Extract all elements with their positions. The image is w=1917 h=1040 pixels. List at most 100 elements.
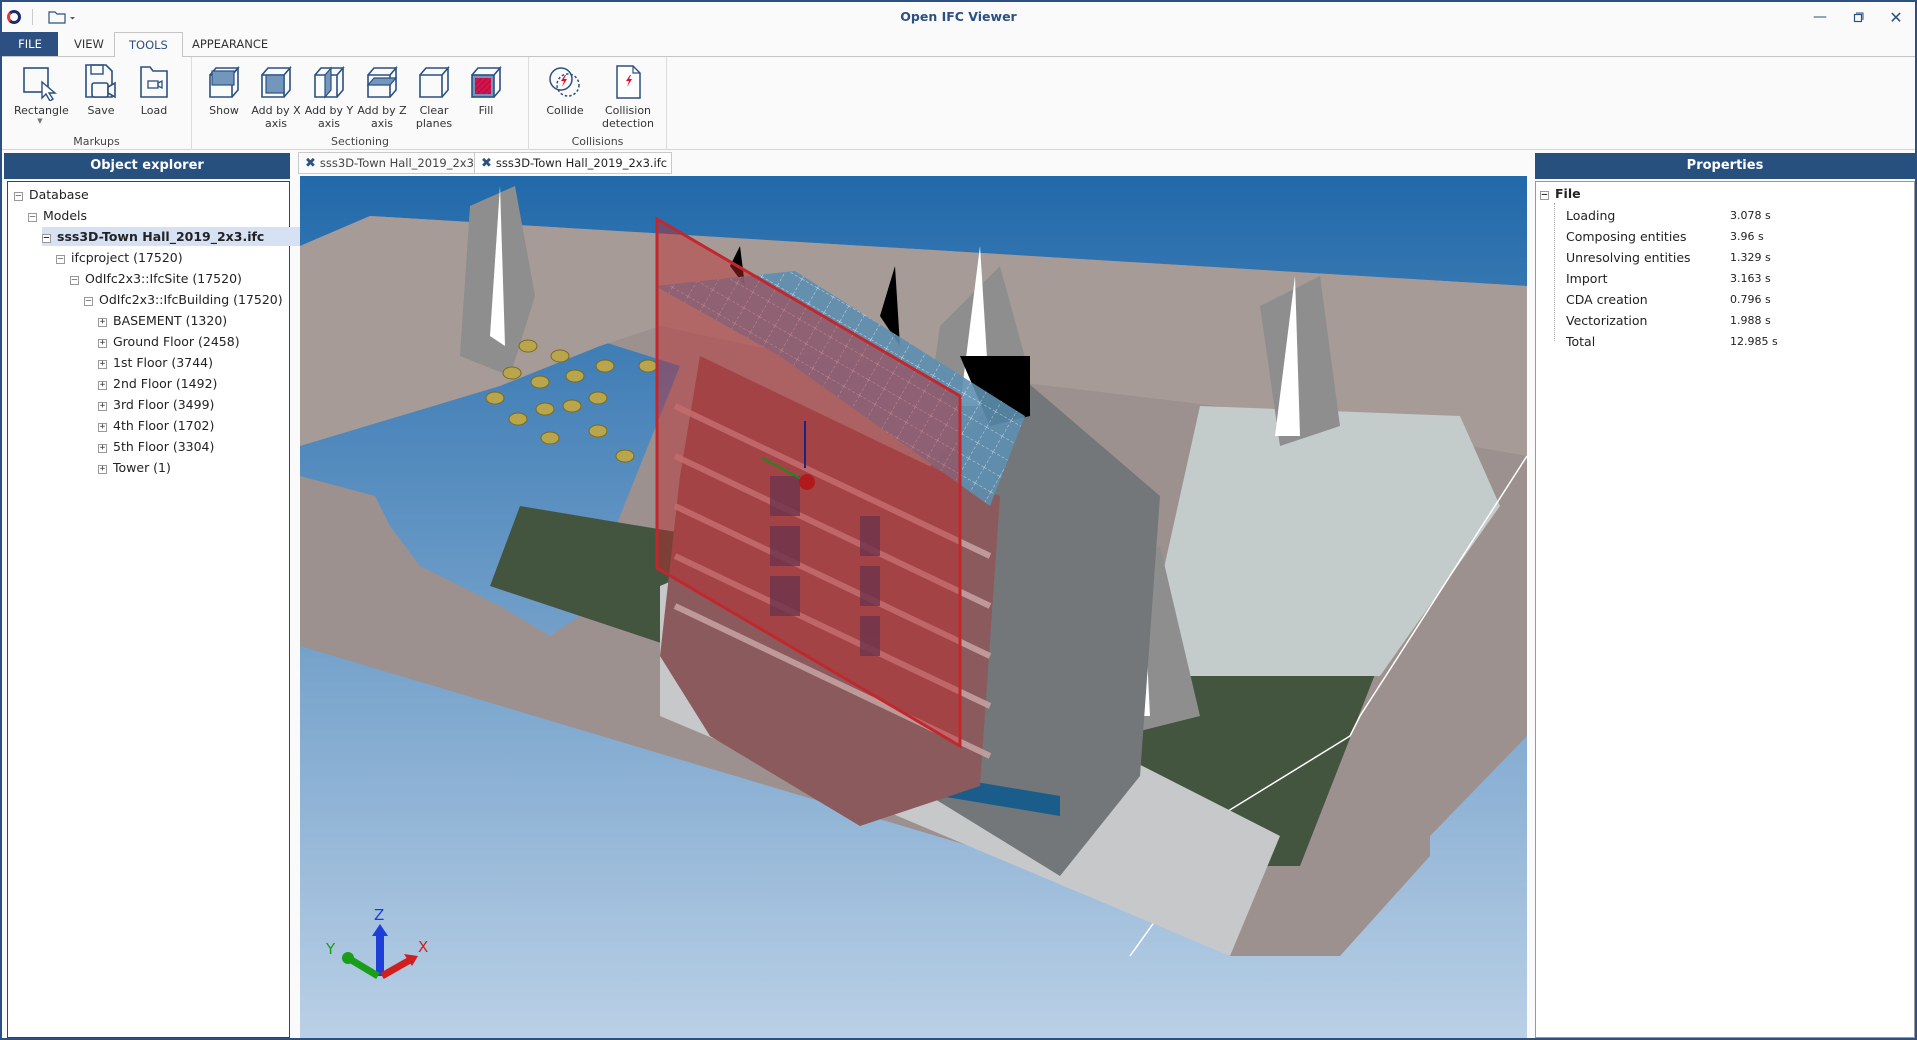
chevron-down-icon: ▼ (37, 117, 43, 125)
close-button[interactable]: ✕ (1877, 2, 1915, 32)
expand-icon[interactable]: + (98, 444, 107, 453)
property-label: Unresolving entities (1566, 250, 1691, 265)
property-label: Import (1566, 271, 1608, 286)
add-y-plane-button[interactable]: Add by Y axis (303, 61, 355, 130)
tree-node[interactable]: – Database (14, 185, 89, 204)
tree-node[interactable]: +2nd Floor (1492) (98, 374, 217, 393)
collapse-icon[interactable]: – (14, 192, 23, 201)
add-y-label: Add by Y axis (304, 104, 354, 130)
tree-node[interactable]: +4th Floor (1702) (98, 416, 214, 435)
ribbon: Rectangle ▼ Save Load Markups Show Add b… (2, 56, 1915, 150)
property-label: Vectorization (1566, 313, 1648, 328)
axis-y-label: Y (325, 940, 336, 958)
add-x-plane-button[interactable]: Add by X axis (250, 61, 302, 130)
property-row[interactable]: CDA creation 0.796 s (1566, 289, 1906, 310)
tab-view[interactable]: VIEW (60, 32, 118, 56)
fill-icon (471, 65, 502, 98)
property-value: 1.329 s (1730, 251, 1771, 264)
group-collisions: Collide Collision detection Collisions (529, 57, 667, 150)
property-row[interactable]: Total 12.985 s (1566, 331, 1906, 352)
document-tab-active[interactable]: ✖ sss3D-Town Hall_2019_2x3.ifc (474, 152, 673, 174)
property-row[interactable]: Loading 3.078 s (1566, 205, 1906, 226)
load-markup-icon (140, 66, 168, 98)
property-value: 3.96 s (1730, 230, 1764, 243)
maximize-button[interactable] (1839, 2, 1877, 32)
rectangle-select-icon (23, 67, 57, 101)
document-tab[interactable]: ✖ sss3D-Town Hall_2019_2x3.ifc (298, 152, 497, 174)
rectangle-label: Rectangle (14, 104, 69, 117)
minimize-button[interactable]: — (1801, 2, 1839, 32)
expand-icon[interactable]: + (98, 402, 107, 411)
add-z-plane-button[interactable]: Add by Z axis (356, 61, 408, 130)
property-value: 12.985 s (1730, 335, 1778, 348)
property-row[interactable]: Import 3.163 s (1566, 268, 1906, 289)
tab-tools[interactable]: TOOLS (114, 32, 183, 57)
tree-connector (1554, 203, 1555, 341)
expand-icon[interactable]: + (98, 360, 107, 369)
expand-icon[interactable]: + (98, 381, 107, 390)
property-value: 1.988 s (1730, 314, 1771, 327)
tree-node[interactable]: +1st Floor (3744) (98, 353, 213, 372)
save-markup-icon (85, 64, 116, 99)
show-label: Show (209, 104, 239, 117)
property-row[interactable]: Vectorization 1.988 s (1566, 310, 1906, 331)
load-markup-button[interactable]: Load (128, 61, 180, 117)
close-tab-icon[interactable]: ✖ (305, 156, 316, 171)
section-label: File (1555, 186, 1581, 201)
axis-y-arrowhead (342, 952, 354, 964)
tab-appearance[interactable]: APPEARANCE (178, 32, 282, 56)
expand-icon[interactable]: + (98, 465, 107, 474)
tree-node[interactable]: +5th Floor (3304) (98, 437, 214, 456)
property-row[interactable]: Unresolving entities 1.329 s (1566, 247, 1906, 268)
collapse-icon[interactable]: – (70, 276, 79, 285)
tree-node[interactable]: +3rd Floor (3499) (98, 395, 214, 414)
tree-node[interactable]: – Models (28, 206, 87, 225)
clear-planes-label: Clear planes (415, 104, 453, 130)
collapse-icon[interactable]: – (84, 297, 93, 306)
expand-icon[interactable]: + (98, 339, 107, 348)
clear-planes-button[interactable]: Clear planes (408, 61, 460, 130)
tree-node-label: 5th Floor (3304) (113, 439, 215, 454)
collapse-icon[interactable]: – (56, 255, 65, 264)
property-row[interactable]: Composing entities 3.96 s (1566, 226, 1906, 247)
close-tab-icon[interactable]: ✖ (481, 156, 492, 171)
tree-node[interactable]: + Tower (1) (98, 458, 171, 477)
properties-panel: – File Loading 3.078 s Composing entities 3.… (1535, 181, 1915, 1038)
axis-z-label: Z (374, 906, 384, 924)
tree-node[interactable]: – ifcproject (17520) (56, 248, 183, 267)
save-markup-button[interactable]: Save (75, 61, 127, 117)
collision-detection-button[interactable]: Collision detection (597, 61, 659, 130)
maximize-icon (1853, 12, 1863, 22)
tab-file[interactable]: FILE (2, 32, 58, 56)
show-planes-icon (209, 65, 240, 98)
fill-label: Fill (478, 104, 494, 117)
tree-node[interactable]: + BASEMENT (1320) (98, 311, 227, 330)
fill-button[interactable]: Fill (460, 61, 512, 117)
expand-icon[interactable]: + (98, 318, 107, 327)
properties-section-file[interactable]: – File (1540, 184, 1581, 203)
tree-node[interactable]: – sss3D-Town Hall_2019_2x3.ifc (42, 227, 301, 246)
add-y-plane-icon (314, 65, 345, 99)
show-planes-button[interactable]: Show (198, 61, 250, 117)
collision-detection-label: Collision detection (602, 104, 654, 130)
collide-button[interactable]: Collide (539, 61, 591, 117)
axis-x (380, 956, 412, 980)
collapse-icon[interactable]: – (42, 234, 51, 243)
tree-node[interactable]: – OdIfc2x3::IfcSite (17520) (70, 269, 242, 288)
rectangle-button[interactable]: Rectangle ▼ (14, 61, 69, 125)
axis-z-arrowhead (372, 924, 388, 936)
tree-node-label: 2nd Floor (1492) (113, 376, 218, 391)
property-label: Total (1566, 334, 1596, 349)
document-tab-label: sss3D-Town Hall_2019_2x3.ifc (495, 156, 668, 170)
tree-node[interactable]: + Ground Floor (2458) (98, 332, 240, 351)
tree-node[interactable]: – OdIfc2x3::IfcBuilding (17520) (84, 290, 283, 309)
collapse-icon[interactable]: – (28, 213, 37, 222)
collapse-icon[interactable]: – (1540, 191, 1549, 200)
tree-node-label: Tower (1) (113, 460, 171, 475)
expand-icon[interactable]: + (98, 423, 107, 432)
3d-viewport[interactable]: Z Y X (300, 176, 1527, 1038)
property-value: 0.796 s (1730, 293, 1771, 306)
tree-node-label: sss3D-Town Hall_2019_2x3.ifc (57, 229, 265, 244)
tree-node-label: BASEMENT (1320) (113, 313, 228, 328)
add-z-label: Add by Z axis (357, 104, 407, 130)
